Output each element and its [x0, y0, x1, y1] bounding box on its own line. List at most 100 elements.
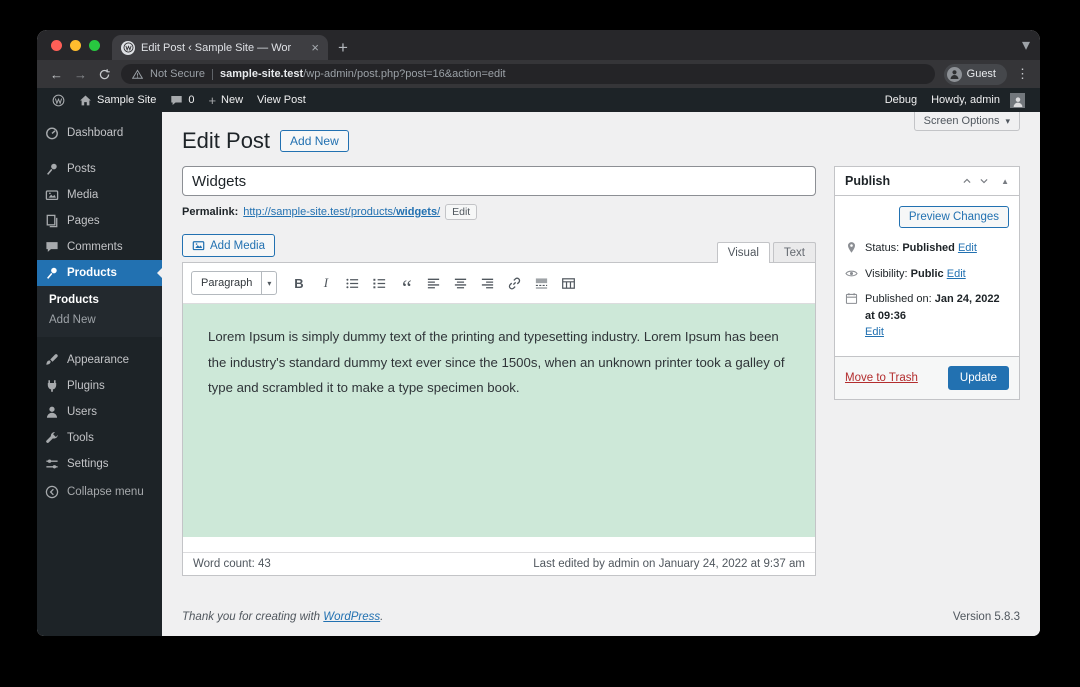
new-tab-button[interactable]: +	[338, 35, 348, 60]
sidebar-item-settings[interactable]: Settings	[37, 451, 162, 477]
tab-text[interactable]: Text	[773, 242, 816, 263]
sidebar-item-products[interactable]: Products	[37, 260, 162, 286]
edit-status-link[interactable]: Edit	[958, 242, 977, 254]
sidebar-item-appearance[interactable]: Appearance	[37, 347, 162, 373]
address-bar[interactable]: Not Secure sample-site.test/wp-admin/pos…	[121, 64, 935, 84]
toolbar-toggle-button[interactable]	[556, 272, 581, 294]
browser-tab[interactable]: Edit Post ‹ Sample Site — Wor ×	[112, 35, 328, 60]
word-count: Word count: 43	[193, 558, 271, 570]
add-media-icon	[192, 239, 205, 252]
sidebar-item-pages[interactable]: Pages	[37, 208, 162, 234]
move-up-icon[interactable]	[962, 176, 972, 186]
products-submenu: Products Add New	[37, 286, 162, 337]
move-to-trash-link[interactable]: Move to Trash	[845, 372, 918, 384]
edit-published-date-link[interactable]: Edit	[865, 326, 884, 338]
back-icon[interactable]: ←	[49, 68, 64, 81]
visibility-row: Visibility: Public Edit	[845, 266, 1009, 283]
status-row: Status: Published Edit	[845, 240, 1009, 257]
dashboard-icon	[45, 126, 59, 140]
browser-menu-icon[interactable]: ⋮	[1016, 66, 1028, 82]
chevron-down-icon: ▾	[261, 272, 276, 294]
sidebar-item-comments[interactable]: Comments	[37, 234, 162, 260]
status-pin-icon	[845, 241, 858, 254]
screen-options-button[interactable]: Screen Options ▾	[914, 112, 1020, 131]
refresh-icon[interactable]	[97, 68, 112, 81]
preview-changes-button[interactable]: Preview Changes	[899, 206, 1009, 228]
bold-button[interactable]: B	[286, 272, 311, 294]
editor-status-bar: Word count: 43 Last edited by admin on J…	[183, 552, 815, 575]
sidebar-item-users[interactable]: Users	[37, 399, 162, 425]
align-center-button[interactable]	[448, 272, 473, 294]
editor-selected-text[interactable]: Lorem Ipsum is simply dummy text of the …	[183, 304, 815, 537]
blockquote-button[interactable]: “	[394, 267, 419, 299]
italic-button[interactable]: I	[313, 272, 338, 294]
post-title-input[interactable]	[182, 166, 816, 196]
edit-visibility-link[interactable]: Edit	[947, 268, 966, 280]
editor-toolbar: Paragraph ▾ B I “	[183, 263, 815, 304]
close-window-button[interactable]	[51, 40, 62, 51]
not-secure-warning-icon	[132, 69, 143, 80]
comments-icon	[45, 240, 59, 254]
tab-visual[interactable]: Visual	[717, 242, 770, 263]
wordpress-link[interactable]: WordPress	[323, 611, 380, 623]
sidebar-item-posts[interactable]: Posts	[37, 156, 162, 182]
user-icon	[45, 405, 59, 419]
permalink-link[interactable]: http://sample-site.test/products/widgets…	[243, 206, 440, 218]
comments-menu[interactable]: 0	[163, 88, 201, 112]
admin-footer: Thank you for creating with WordPress. V…	[182, 611, 1020, 623]
tab-search-chevron-icon[interactable]: ▾	[1022, 35, 1030, 55]
settings-sliders-icon	[45, 457, 59, 471]
editor-body[interactable]: Lorem Ipsum is simply dummy text of the …	[183, 304, 815, 552]
bulleted-list-button[interactable]	[340, 272, 365, 294]
wp-admin-bar: Sample Site 0 + New View Post Debug Howd…	[37, 88, 1040, 112]
url-path: /wp-admin/post.php?post=16&action=edit	[303, 68, 505, 80]
submenu-item-add-new[interactable]: Add New	[37, 310, 162, 330]
site-name-menu[interactable]: Sample Site	[72, 88, 163, 112]
update-button[interactable]: Update	[948, 366, 1009, 390]
wrench-icon	[45, 431, 59, 445]
insert-more-tag-button[interactable]	[529, 272, 554, 294]
sidebar-item-tools[interactable]: Tools	[37, 425, 162, 451]
format-select[interactable]: Paragraph ▾	[191, 271, 277, 295]
browser-profile-button[interactable]: Guest	[944, 64, 1007, 85]
add-media-button[interactable]: Add Media	[182, 234, 275, 257]
view-post-label: View Post	[257, 94, 306, 106]
wp-logo-menu[interactable]	[45, 88, 72, 112]
insert-link-button[interactable]	[502, 272, 527, 294]
new-content-menu[interactable]: + New	[201, 88, 250, 112]
zoom-window-button[interactable]	[89, 40, 100, 51]
close-tab-icon[interactable]: ×	[311, 41, 319, 54]
footer-version: Version 5.8.3	[953, 611, 1020, 623]
view-post-menu[interactable]: View Post	[250, 88, 313, 112]
url-divider	[212, 69, 213, 80]
browser-tab-strip: Edit Post ‹ Sample Site — Wor × + ▾	[37, 30, 1040, 60]
footer-thanks: Thank you for creating with WordPress.	[182, 611, 383, 623]
align-left-button[interactable]	[421, 272, 446, 294]
minimize-window-button[interactable]	[70, 40, 81, 51]
collapse-menu-button[interactable]: Collapse menu	[37, 479, 162, 505]
align-right-button[interactable]	[475, 272, 500, 294]
eye-icon	[845, 267, 858, 280]
screen-options-label: Screen Options	[924, 115, 1000, 127]
edit-permalink-button[interactable]: Edit	[445, 204, 477, 220]
sidebar-item-plugins[interactable]: Plugins	[37, 373, 162, 399]
admin-sidebar: Dashboard Posts Media Pages Comments Pro…	[37, 112, 162, 636]
new-label: New	[221, 94, 243, 106]
browser-window: Edit Post ‹ Sample Site — Wor × + ▾ ← → …	[37, 30, 1040, 636]
guest-label: Guest	[967, 68, 996, 80]
publish-box-header[interactable]: Publish ▲	[835, 167, 1019, 196]
page-title: Edit Post	[182, 128, 270, 154]
numbered-list-button[interactable]	[367, 272, 392, 294]
forward-icon[interactable]: →	[73, 68, 88, 81]
move-down-icon[interactable]	[979, 176, 989, 186]
pushpin-icon	[45, 162, 59, 176]
debug-menu[interactable]: Debug	[878, 94, 924, 106]
submenu-item-products[interactable]: Products	[37, 290, 162, 310]
status-value: Published	[902, 242, 955, 254]
url-host: sample-site.test	[220, 68, 303, 80]
my-account-menu[interactable]: Howdy, admin	[924, 93, 1032, 108]
sidebar-item-media[interactable]: Media	[37, 182, 162, 208]
add-new-button[interactable]: Add New	[280, 130, 349, 152]
toggle-panel-icon[interactable]: ▲	[1001, 177, 1009, 186]
sidebar-item-dashboard[interactable]: Dashboard	[37, 120, 162, 146]
